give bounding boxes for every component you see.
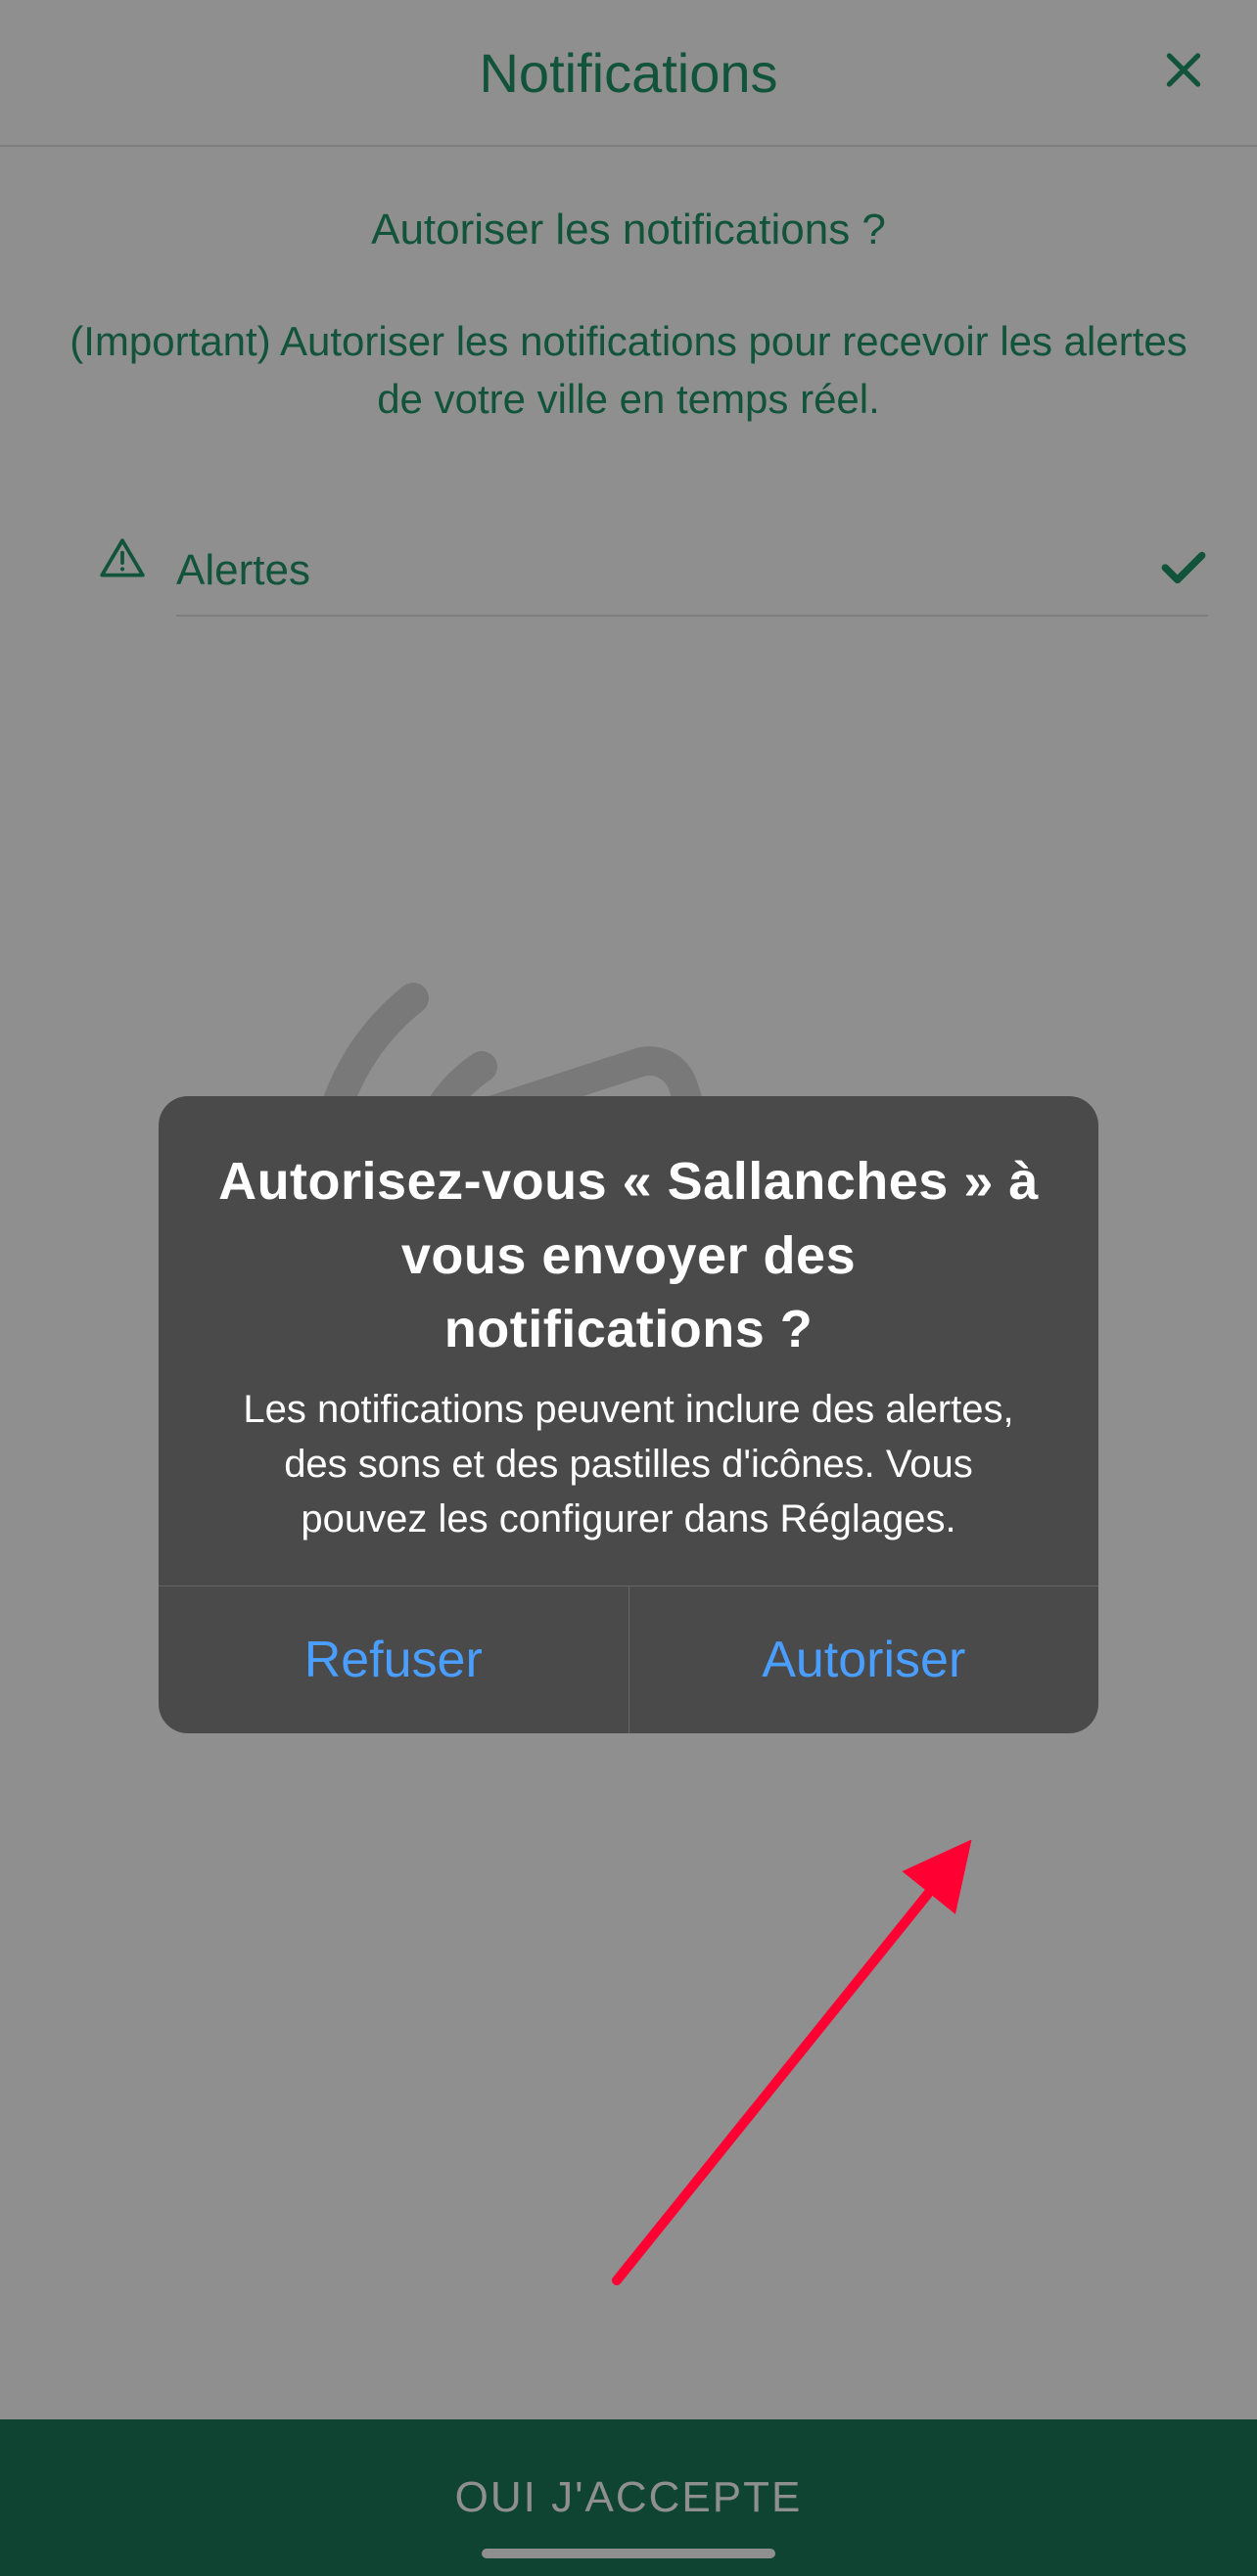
- dialog-buttons: Refuser Autoriser: [159, 1586, 1098, 1733]
- refuse-button[interactable]: Refuser: [159, 1587, 629, 1733]
- dialog-title: Autorisez-vous « Sallanches » à vous env…: [217, 1145, 1040, 1367]
- allow-button[interactable]: Autoriser: [629, 1587, 1099, 1733]
- modal-overlay: Autorisez-vous « Sallanches » à vous env…: [0, 0, 1257, 2576]
- dialog-content: Autorisez-vous « Sallanches » à vous env…: [159, 1096, 1098, 1586]
- permission-dialog: Autorisez-vous « Sallanches » à vous env…: [159, 1096, 1098, 1733]
- dialog-message: Les notifications peuvent inclure des al…: [217, 1382, 1040, 1546]
